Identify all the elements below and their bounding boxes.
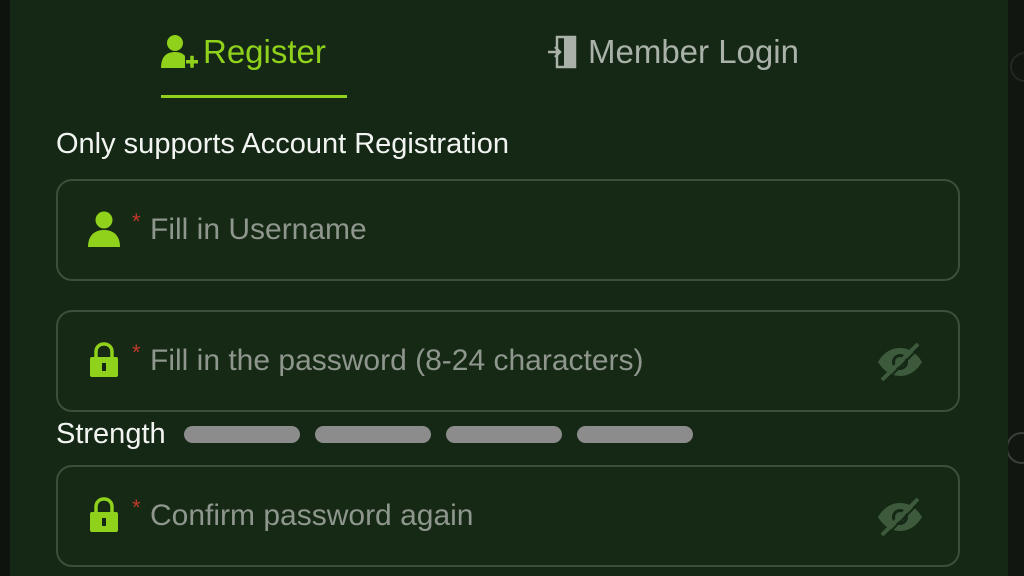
lock-icon [86, 495, 122, 535]
strength-label: Strength [56, 418, 166, 450]
strength-segment-1 [183, 425, 300, 443]
user-icon [86, 209, 122, 249]
registration-subtitle: Only supports Account Registration [56, 128, 509, 160]
auth-tabs: Register Member Login [10, 0, 1008, 100]
strength-segment-3 [445, 425, 562, 443]
backdrop-left [0, 0, 10, 576]
eye-off-icon[interactable] [874, 340, 926, 384]
password-strength: Strength [56, 414, 708, 454]
strength-segment-2 [314, 425, 431, 443]
user-plus-icon [161, 30, 203, 74]
eye-off-icon[interactable] [874, 495, 926, 539]
required-mark: * [132, 209, 141, 234]
username-input[interactable] [150, 203, 850, 257]
confirm-password-field: * [56, 465, 960, 567]
username-field: * [56, 179, 960, 281]
register-panel: Register Member Login Only supports Acco… [10, 0, 1008, 576]
required-mark: * [132, 340, 141, 365]
tab-register[interactable]: Register [161, 30, 347, 100]
tab-member-login[interactable]: Member Login [546, 30, 846, 100]
strength-segment-4 [576, 425, 693, 443]
required-mark: * [132, 495, 141, 520]
active-tab-indicator [161, 95, 347, 98]
confirm-password-input[interactable] [150, 489, 850, 543]
password-field: * [56, 310, 960, 412]
login-door-icon [546, 30, 588, 74]
lock-icon [86, 340, 122, 380]
tab-register-label: Register [203, 33, 326, 70]
password-input[interactable] [150, 334, 850, 388]
tab-member-login-label: Member Login [588, 33, 799, 70]
backdrop-right [1008, 0, 1024, 576]
